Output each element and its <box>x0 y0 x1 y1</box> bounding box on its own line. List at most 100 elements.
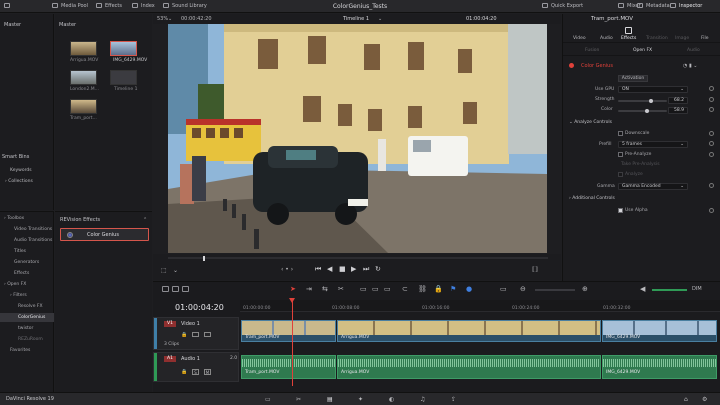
selection-tool-icon[interactable]: ➤ <box>290 285 296 293</box>
go-to-end-icon[interactable]: ⏭ <box>363 265 369 274</box>
cut-page-icon[interactable]: ✂ <box>296 396 301 403</box>
jog-icon[interactable]: ‹ • › <box>281 266 293 273</box>
downscale-checkbox[interactable] <box>618 131 623 136</box>
smart-bin-collections[interactable]: › Collections <box>5 179 33 184</box>
timeline-thumbnail[interactable] <box>110 70 137 85</box>
zoom-full-icon[interactable]: ▭ <box>500 285 507 293</box>
deliver-page-icon[interactable]: ⇪ <box>451 396 456 403</box>
effect-item-color-genius[interactable]: Color Genius <box>60 228 149 241</box>
trim-tool-icon[interactable]: ⇥ <box>306 285 312 293</box>
a1-destination-tag[interactable]: A1 <box>164 356 176 362</box>
tab-audio[interactable]: Audio <box>600 36 613 41</box>
tab-image[interactable]: Image <box>675 36 689 41</box>
dim-button[interactable]: DIM <box>692 286 702 292</box>
strength-slider[interactable] <box>618 100 667 102</box>
track-lock-icon[interactable]: 🔒 <box>181 332 187 338</box>
zoom-level[interactable]: 53% <box>157 16 168 22</box>
quick-export-button[interactable]: Quick Export <box>542 3 583 9</box>
tree-video-transitions[interactable]: Video Transitions <box>0 225 54 234</box>
tab-transition[interactable]: Transition <box>646 36 668 41</box>
video-clip[interactable]: Arrigua.MOV <box>337 320 601 342</box>
effect-header-icons[interactable]: ◔ ▮ ⌄ <box>683 63 697 69</box>
strength-value[interactable]: 68.2 <box>668 97 688 104</box>
smart-bin-keywords[interactable]: Keywords <box>10 168 32 173</box>
tree-titles[interactable]: Titles <box>0 247 54 256</box>
reset-icon[interactable] <box>709 131 714 136</box>
edit-page-icon[interactable]: ▤ <box>327 396 333 403</box>
timeline-dropdown-icon[interactable]: ⌄ <box>378 16 382 22</box>
marker-icon[interactable]: ● <box>466 285 472 293</box>
metadata-button[interactable]: Metadata <box>637 3 670 9</box>
replace-clip-icon[interactable]: ▭ <box>384 285 391 293</box>
overwrite-clip-icon[interactable]: ▭ <box>372 285 379 293</box>
clip-thumbnail[interactable] <box>70 70 97 85</box>
dynamic-trim-icon[interactable]: ⇆ <box>322 285 328 293</box>
use-gpu-dropdown[interactable]: ON ⌄ <box>618 86 688 93</box>
in-out-icon[interactable]: ⟦⟧ <box>532 266 538 273</box>
reset-icon[interactable] <box>709 86 714 91</box>
position-lock-icon[interactable]: 🔒 <box>434 285 443 293</box>
clip-thumbnail[interactable] <box>70 99 97 114</box>
track-lock-icon[interactable]: 🔒 <box>181 369 187 375</box>
linked-selection-icon[interactable]: ⛓ <box>418 285 427 293</box>
audio-clip[interactable]: Arrigua.MOV <box>337 355 601 379</box>
tab-effects[interactable]: Effects <box>621 36 636 41</box>
video-clip[interactable]: Tram_port.MOV <box>241 320 336 342</box>
audio-meter-icon[interactable]: ◀ <box>640 285 645 293</box>
tree-colorgenius[interactable]: ColorGenius <box>0 313 54 322</box>
fairlight-page-icon[interactable]: ♫ <box>420 396 425 403</box>
playhead-handle[interactable] <box>289 298 295 303</box>
mute-button[interactable]: M <box>204 369 211 375</box>
effect-enable-toggle[interactable] <box>569 63 574 68</box>
timeline-name[interactable]: Timeline 1 <box>343 16 369 22</box>
video-viewer[interactable] <box>168 24 547 253</box>
timeline-view-icon[interactable] <box>172 286 179 292</box>
fusion-page-icon[interactable]: ✦ <box>358 396 363 403</box>
tree-open-fx[interactable]: › Open FX <box>0 280 54 289</box>
tree-favorites[interactable]: Favorites <box>0 346 54 355</box>
volume-slider[interactable] <box>652 289 687 291</box>
stop-icon[interactable]: ■ <box>339 265 346 273</box>
strength-slider-knob[interactable] <box>649 99 654 103</box>
tab-video[interactable]: Video <box>573 36 586 41</box>
zoom-slider[interactable] <box>535 289 575 291</box>
reverse-play-icon[interactable]: ◀ <box>327 265 332 273</box>
pre-analyze-checkbox[interactable] <box>618 152 623 157</box>
solo-button[interactable]: S <box>192 369 199 375</box>
flag-icon[interactable]: ⚑ <box>450 285 456 293</box>
tree-twistor[interactable]: twistor <box>0 324 54 333</box>
clip-thumbnail[interactable] <box>70 41 97 56</box>
activation-button[interactable]: Activation <box>618 75 648 82</box>
reset-icon[interactable] <box>709 183 714 188</box>
tree-filters[interactable]: › Filters <box>0 291 54 300</box>
bin-master[interactable]: Master <box>0 14 53 36</box>
audio-clip[interactable]: IMG_6429.MOV <box>602 355 717 379</box>
color-page-icon[interactable]: ◐ <box>389 396 394 403</box>
media-page-icon[interactable]: ▭ <box>265 396 271 403</box>
tree-audio-transitions[interactable]: Audio Transitions <box>0 236 54 245</box>
timeline-timecode[interactable]: 01:00:04:20 <box>175 303 224 312</box>
analyze-controls-header[interactable]: ⌄ Analyze Controls <box>569 120 612 125</box>
viewer-scrubber[interactable] <box>168 257 548 259</box>
tree-effects[interactable]: Effects <box>0 269 54 278</box>
reset-icon[interactable] <box>709 152 714 157</box>
home-icon[interactable]: ⌂ <box>684 396 688 403</box>
tree-rezuroom[interactable]: REZuRoom <box>0 335 54 344</box>
gamma-dropdown[interactable]: Gamma Encoded ⌄ <box>618 183 688 190</box>
reset-icon[interactable] <box>709 208 714 213</box>
zoom-out-icon[interactable]: ⊖ <box>520 285 526 293</box>
timeline-view-icon[interactable] <box>182 286 189 292</box>
viewer-options-dropdown-icon[interactable]: ⌄ <box>173 267 178 274</box>
blade-tool-icon[interactable]: ✂ <box>338 285 344 293</box>
viewer-options-icon[interactable]: ⬚ <box>161 267 167 274</box>
reset-icon[interactable] <box>709 141 714 146</box>
subtab-audio[interactable]: Audio <box>687 48 700 53</box>
video-track-header[interactable]: V1 Video 1 🔒 3 Clips <box>153 317 239 350</box>
use-alpha-checkbox[interactable] <box>618 208 623 213</box>
collapse-icon[interactable]: ⌃ <box>143 217 147 223</box>
subtab-fusion[interactable]: Fusion <box>585 48 599 53</box>
zoom-in-icon[interactable]: ⊕ <box>582 285 588 293</box>
prefill-dropdown[interactable]: 5 frames ⌄ <box>618 141 688 148</box>
tab-file[interactable]: File <box>701 36 709 41</box>
timeline-view-icon[interactable] <box>162 286 169 292</box>
